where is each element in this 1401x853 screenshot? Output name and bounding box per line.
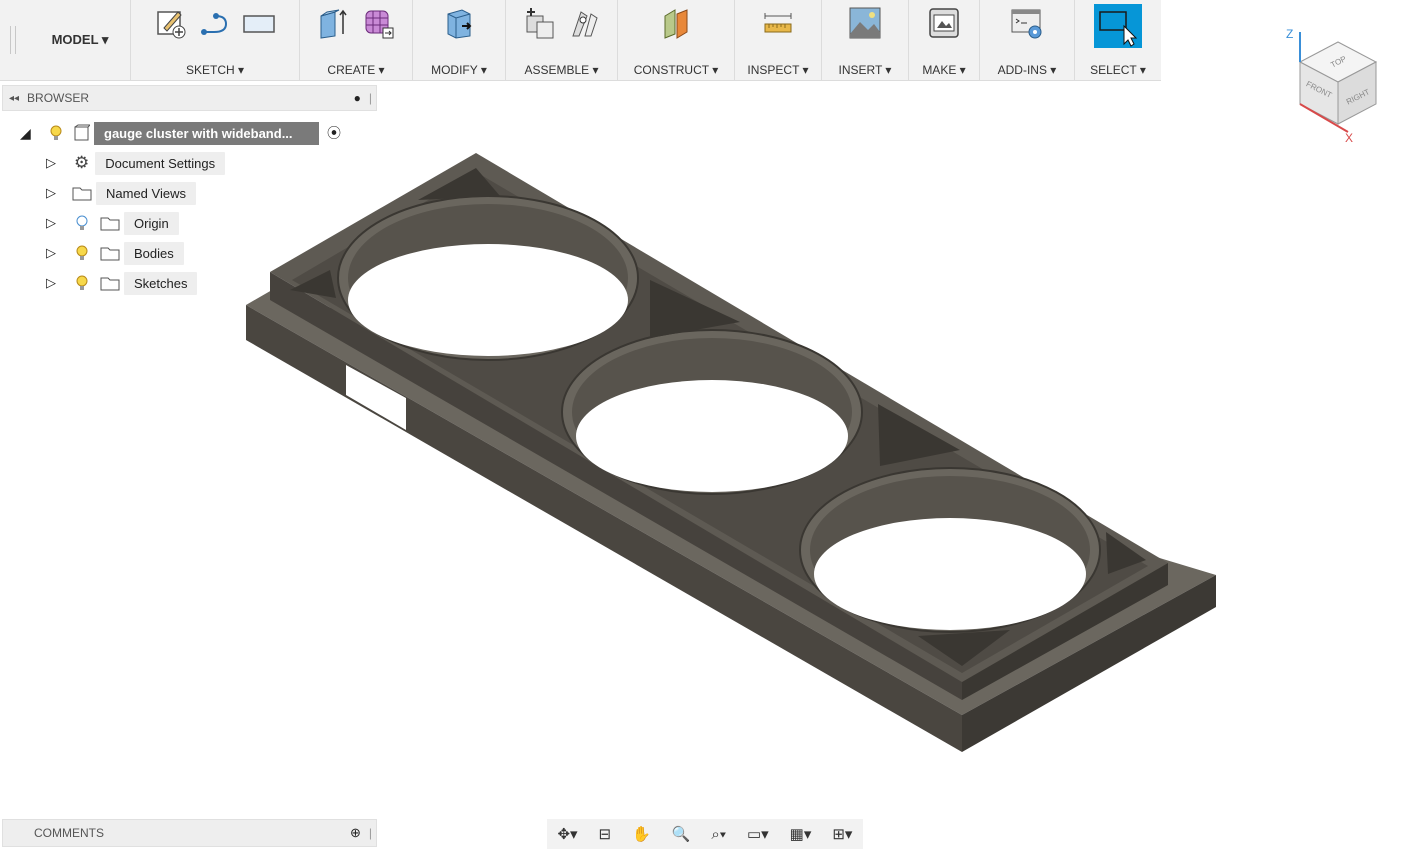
gear-icon: ⚙ [74, 153, 90, 172]
comments-panel[interactable]: COMMENTS ⊕ | [2, 819, 377, 847]
create-sketch-icon[interactable] [154, 6, 188, 40]
zoom-icon[interactable]: 🔍 [672, 825, 691, 843]
addins-menu-label[interactable]: ADD-INS ▾ [980, 63, 1074, 77]
folder-icon [100, 277, 120, 291]
axis-z-label: Z [1286, 27, 1293, 41]
add-comment-icon[interactable]: ⊕ [350, 825, 361, 841]
browser-item-label[interactable]: Sketches [124, 271, 198, 295]
insert-group[interactable]: INSERT ▾ [822, 0, 909, 80]
browser-item-label[interactable]: Bodies [124, 241, 184, 265]
inspect-group[interactable]: INSPECT ▾ [735, 0, 822, 80]
expand-triangle-icon[interactable]: ▷ [46, 275, 62, 291]
make-group[interactable]: MAKE ▾ [909, 0, 980, 80]
select-icon[interactable] [1094, 4, 1142, 48]
browser-item-label[interactable]: Document Settings [95, 151, 226, 175]
inspect-menu-label[interactable]: INSPECT ▾ [735, 63, 821, 77]
sketch-menu-label[interactable]: SKETCH ▾ [131, 63, 299, 77]
viewports-icon[interactable]: ⊞▾ [832, 825, 852, 843]
extrude-icon[interactable] [317, 6, 351, 40]
folder-icon [100, 247, 120, 261]
sketch-group[interactable]: SKETCH ▾ [131, 0, 300, 80]
browser-header[interactable]: ◂◂ BROWSER ● | [2, 85, 377, 111]
line-icon[interactable] [198, 6, 232, 40]
browser-item-document-settings[interactable]: ▷ ⚙ Document Settings [46, 150, 226, 176]
browser-item-bodies[interactable]: ▷ Bodies [46, 240, 184, 266]
browser-pin-icon[interactable]: ● [354, 91, 361, 105]
component-icon [74, 124, 90, 141]
display-settings-icon[interactable]: ▭▾ [747, 825, 769, 843]
construct-menu-label[interactable]: CONSTRUCT ▾ [618, 63, 734, 77]
comments-title: COMMENTS [34, 826, 104, 840]
offset-plane-icon[interactable] [659, 6, 693, 40]
look-at-icon[interactable]: ⊟ [599, 825, 612, 843]
collapse-panel-icon[interactable]: ◂◂ [9, 93, 19, 104]
create-menu-label[interactable]: CREATE ▾ [300, 63, 412, 77]
make-menu-label[interactable]: MAKE ▾ [909, 63, 979, 77]
insert-menu-label[interactable]: INSERT ▾ [822, 63, 908, 77]
browser-item-sketches[interactable]: ▷ Sketches [46, 270, 198, 296]
assemble-menu-label[interactable]: ASSEMBLE ▾ [506, 63, 617, 77]
expand-triangle-icon[interactable]: ▷ [46, 245, 62, 261]
navigation-bar: ✥▾ ⊟ ✋ 🔍 ⌕▾ ▭▾ ▦▾ ⊞▾ [547, 819, 863, 849]
folder-icon [100, 217, 120, 231]
modify-group[interactable]: MODIFY ▾ [413, 0, 506, 80]
addins-group[interactable]: ADD-INS ▾ [980, 0, 1075, 80]
model-viewport[interactable] [230, 140, 1230, 770]
view-cube[interactable]: TOP FRONT RIGHT Z X [1280, 22, 1390, 142]
gauge-cluster-body[interactable] [246, 153, 1216, 752]
visibility-bulb-icon[interactable] [48, 124, 64, 142]
rectangle-icon[interactable] [242, 6, 276, 40]
browser-item-named-views[interactable]: ▷ Named Views [46, 180, 196, 206]
scripts-addins-icon[interactable] [1010, 6, 1044, 40]
workspace-switcher[interactable]: MODEL ▾ [30, 0, 131, 80]
toolbar-grip[interactable] [10, 26, 16, 54]
visibility-bulb-icon[interactable] [74, 274, 90, 292]
pan-icon[interactable]: ✋ [632, 825, 651, 843]
new-component-icon[interactable] [523, 6, 557, 40]
browser-divider-icon: | [368, 91, 372, 105]
grid-settings-icon[interactable]: ▦▾ [790, 825, 812, 843]
create-group[interactable]: CREATE ▾ [300, 0, 413, 80]
select-menu-label[interactable]: SELECT ▾ [1075, 63, 1161, 77]
expand-triangle-icon[interactable]: ▷ [46, 215, 62, 231]
main-toolbar: MODEL ▾ SKETCH ▾ CREATE ▾ MODIFY ▾ ASSEM… [0, 0, 1161, 81]
assemble-group[interactable]: ASSEMBLE ▾ [506, 0, 618, 80]
browser-item-label[interactable]: Named Views [96, 181, 196, 205]
press-pull-icon[interactable] [442, 6, 476, 40]
visibility-bulb-icon[interactable] [74, 244, 90, 262]
measure-icon[interactable] [761, 6, 795, 40]
browser-item-label[interactable]: Origin [124, 211, 179, 235]
visibility-bulb-off-icon[interactable] [74, 214, 90, 232]
form-icon[interactable] [361, 6, 395, 40]
3d-print-icon[interactable] [927, 6, 961, 40]
select-group[interactable]: SELECT ▾ [1075, 0, 1161, 80]
folder-icon [72, 187, 92, 201]
expand-triangle-icon[interactable]: ◢ [20, 125, 38, 142]
browser-title: BROWSER [27, 91, 90, 105]
expand-triangle-icon[interactable]: ▷ [46, 155, 62, 171]
insert-image-icon[interactable] [848, 6, 882, 40]
expand-triangle-icon[interactable]: ▷ [46, 185, 62, 201]
comments-divider-icon: | [368, 826, 372, 840]
joint-icon[interactable] [567, 6, 601, 40]
orbit-icon[interactable]: ✥▾ [557, 825, 577, 843]
construct-group[interactable]: CONSTRUCT ▾ [618, 0, 735, 80]
modify-menu-label[interactable]: MODIFY ▾ [413, 63, 505, 77]
zoom-window-icon[interactable]: ⌕▾ [711, 826, 726, 843]
axis-x-label: X [1345, 131, 1353, 142]
browser-item-origin[interactable]: ▷ Origin [46, 210, 179, 236]
